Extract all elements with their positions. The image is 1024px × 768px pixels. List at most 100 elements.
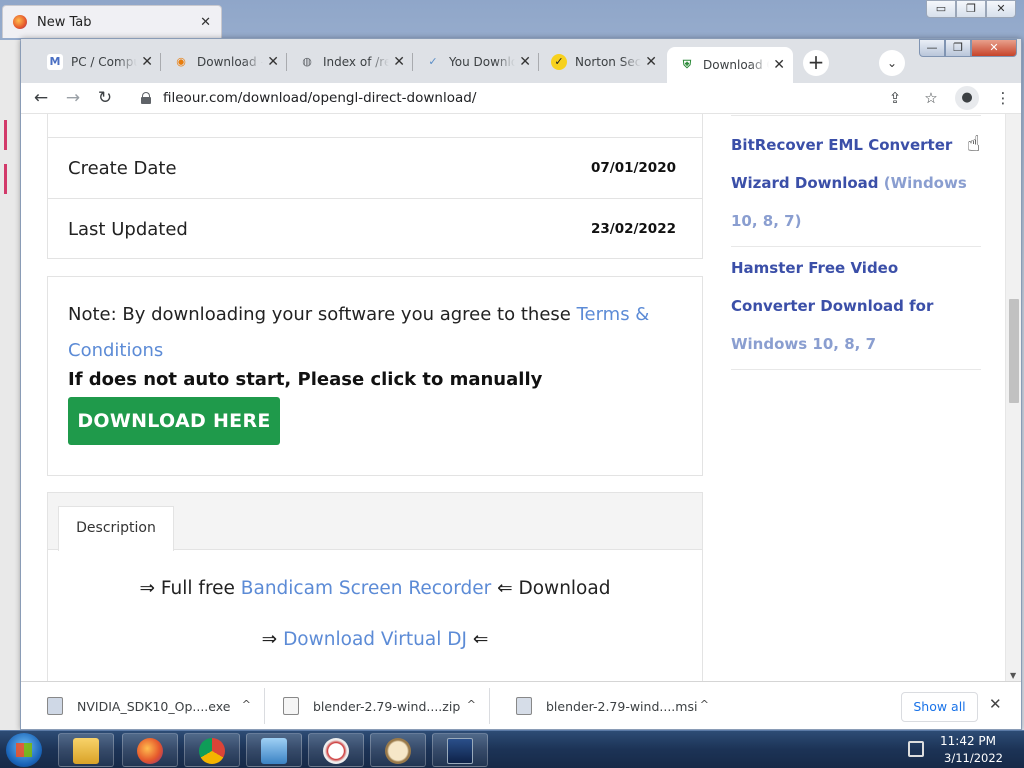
close-icon[interactable]: ✕ [200, 15, 211, 30]
sidebar-link-title[interactable]: Hamster Free Video Converter Download fo… [731, 259, 933, 315]
back-button[interactable]: ← [29, 86, 53, 110]
description-line: ⇒ Download Virtual DJ ⇐ [48, 629, 702, 650]
tab-title: Norton Secur [575, 55, 641, 69]
line-prefix: ⇒ [261, 629, 284, 650]
downloads-bar: NVIDIA_SDK10_Op....exe ^ blender-2.79-wi… [21, 681, 1021, 729]
app-icon [323, 738, 349, 764]
scrollbar-thumb[interactable] [1009, 299, 1019, 403]
virtual-dj-link[interactable]: Download Virtual DJ [283, 629, 467, 650]
check-icon: ✓ [428, 55, 438, 68]
norton-icon: ✓ [551, 54, 567, 70]
firefox-tab-new-tab[interactable]: New Tab ✕ [2, 5, 222, 38]
taskbar-app[interactable] [308, 733, 364, 767]
tab-strip: M PC / Computer ✕ ◉ Download - B ✕ ◍ Ind… [21, 39, 1021, 83]
scroll-down-arrow-icon[interactable]: ▼ [1010, 671, 1016, 680]
sidebar-link-hamster[interactable]: Hamster Free Video Converter Download fo… [731, 247, 981, 370]
menu-icon[interactable]: ⋮ [991, 86, 1015, 110]
tab-title: PC / Computer [71, 55, 137, 69]
lock-icon[interactable] [141, 92, 151, 104]
share-icon[interactable]: ⇪ [883, 86, 907, 110]
download-filename: NVIDIA_SDK10_Op....exe [77, 698, 231, 714]
chevron-up-icon[interactable]: ^ [467, 698, 476, 711]
description-tabbar: Description [48, 493, 702, 551]
line-suffix: ⇐ [466, 629, 489, 650]
close-icon[interactable]: ✕ [773, 57, 785, 73]
bandicam-link[interactable]: Bandicam Screen Recorder [241, 578, 491, 599]
start-button[interactable] [6, 733, 42, 767]
close-window-button[interactable]: ✕ [971, 39, 1017, 57]
info-value: 23/02/2022 [590, 221, 676, 237]
related-sidebar: BitRecover EML Converter Wizard Download… [731, 126, 981, 370]
tab-you-download[interactable]: ✓ You Downloa ✕ [413, 47, 539, 77]
msi-file-icon [516, 697, 532, 715]
address-bar[interactable]: fileour.com/download/opengl-direct-downl… [141, 85, 881, 111]
taskbar-firefox[interactable] [122, 733, 178, 767]
close-icon[interactable]: ✕ [519, 54, 531, 70]
reload-button[interactable]: ↻ [93, 86, 117, 110]
close-icon[interactable]: ✕ [141, 54, 153, 70]
close-button[interactable]: ✕ [986, 0, 1016, 18]
minimize-button[interactable]: ▭ [926, 0, 956, 18]
maximize-button[interactable]: ❐ [945, 39, 971, 57]
info-row-create-date: Create Date 07/01/2020 [48, 137, 702, 198]
tab-title: Download OpenGL [703, 58, 769, 72]
restore-button[interactable]: ❐ [956, 0, 986, 18]
new-tab-button[interactable]: + [803, 50, 829, 76]
description-card: Description ⇒ Full free Bandicam Screen … [47, 492, 703, 681]
tab-download-blender[interactable]: ◉ Download - B ✕ [161, 47, 287, 77]
taskbar-app[interactable] [432, 733, 488, 767]
minimize-button[interactable]: — [919, 39, 945, 57]
taskbar-chrome[interactable] [184, 733, 240, 767]
sidebar-divider [731, 114, 981, 116]
download-item[interactable]: blender-2.79-wind....msi ^ [490, 682, 723, 730]
close-icon[interactable]: ✕ [267, 54, 279, 70]
download-item[interactable]: NVIDIA_SDK10_Op....exe ^ [21, 682, 265, 730]
window-controls: — ❐ ✕ [919, 39, 1017, 57]
tab-description[interactable]: Description [58, 506, 174, 551]
shield-icon: ⛨ [682, 58, 692, 71]
tab-title: Index of /re [323, 55, 389, 69]
mouse-cursor-icon: ☝ [967, 132, 981, 157]
forward-button[interactable]: → [61, 86, 85, 110]
network-icon[interactable] [908, 741, 924, 757]
firefox-window-controls: ▭ ❐ ✕ [926, 0, 1016, 18]
close-icon[interactable]: ✕ [393, 54, 405, 70]
download-here-button[interactable]: DOWNLOAD HERE [68, 397, 280, 445]
installer-file-icon [47, 697, 63, 715]
calculator-icon [447, 738, 473, 764]
description-line: ⇒ Full free Bandicam Screen Recorder ⇐ D… [48, 578, 702, 599]
sidebar-link-extra[interactable]: Windows 10, 8, 7 [731, 335, 876, 353]
browser-toolbar: ← → ↻ fileour.com/download/opengl-direct… [21, 83, 1021, 113]
app-icon [385, 738, 411, 764]
tab-pc-computer[interactable]: M PC / Computer ✕ [35, 47, 161, 77]
page-scrollbar[interactable]: ▼ [1005, 114, 1021, 681]
bookmark-star-icon[interactable]: ☆ [919, 86, 943, 110]
chrome-window: M PC / Computer ✕ ◉ Download - B ✕ ◍ Ind… [20, 38, 1022, 730]
control-panel-icon [261, 738, 287, 764]
close-icon[interactable]: ✕ [645, 54, 657, 70]
clock-date[interactable]: 3/11/2022 [944, 751, 1003, 765]
tab-search-button[interactable]: ⌄ [879, 50, 905, 76]
taskbar-app[interactable] [370, 733, 426, 767]
tab-index-of[interactable]: ◍ Index of /re ✕ [287, 47, 413, 77]
note-card: Note: By downloading your software you a… [47, 276, 703, 476]
taskbar-explorer[interactable] [58, 733, 114, 767]
info-key: Last Updated [68, 218, 188, 240]
sidebar-link-bitrecover[interactable]: BitRecover EML Converter Wizard Download… [731, 126, 981, 247]
clock-time[interactable]: 11:42 PM [940, 734, 996, 748]
tab-download-opengl[interactable]: ⛨ Download OpenGL ✕ [667, 47, 793, 83]
info-row-last-updated: Last Updated 23/02/2022 [48, 198, 702, 259]
tab-norton-security[interactable]: ✓ Norton Secur ✕ [539, 47, 665, 77]
show-all-button[interactable]: Show all [901, 692, 978, 722]
gmail-icon: M [47, 54, 63, 70]
download-item[interactable]: blender-2.79-wind....zip ^ [257, 682, 490, 730]
close-icon[interactable]: ✕ [989, 695, 1002, 713]
taskbar-control-panel[interactable] [246, 733, 302, 767]
firefox-tab-title: New Tab [37, 14, 92, 30]
chevron-up-icon[interactable]: ^ [242, 698, 251, 711]
profile-icon[interactable]: ● [955, 86, 979, 110]
chevron-up-icon[interactable]: ^ [700, 698, 709, 711]
download-filename: blender-2.79-wind....msi [546, 698, 698, 714]
tab-title: You Downloa [449, 55, 515, 69]
url-text[interactable]: fileour.com/download/opengl-direct-downl… [163, 90, 476, 106]
